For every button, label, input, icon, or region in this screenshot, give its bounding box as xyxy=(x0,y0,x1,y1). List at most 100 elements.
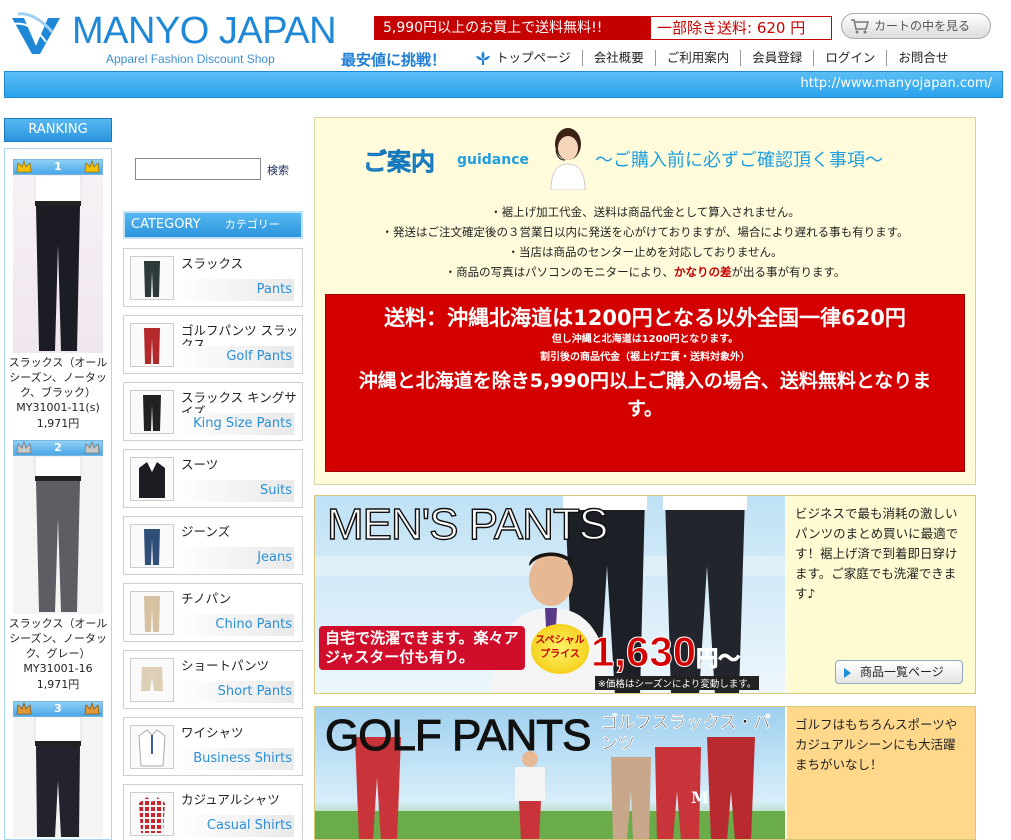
category-item-casual-shirts[interactable]: カジュアルシャツ Casual Shirts xyxy=(123,784,303,840)
mens-pants-title-a: MEN xyxy=(326,499,423,549)
category-en-label: Business Shirts xyxy=(174,748,294,770)
mens-pants-banner-image[interactable]: MEN'S PANTS 自宅で洗濯できます。楽々アジャスター付も有り。 スペシャ… xyxy=(315,496,785,693)
category-title-jp: カテゴリー xyxy=(224,218,280,231)
ranking-product-name[interactable]: スラックス（オールシーズン、ノータック、ブラック）MY31001-11(s) xyxy=(5,353,111,417)
category-en-label: Pants xyxy=(174,279,294,301)
mens-pants-price-value: 1,630 xyxy=(590,628,697,676)
category-jp-label: ワイシャツ xyxy=(181,725,244,740)
guidance-title-en: guidance xyxy=(457,152,530,168)
url-bar: http://www.manyojapan.com/ xyxy=(4,71,1003,98)
shipping-banner: 5,990円以上のお買上で送料無料!! 一部除き送料: 620 円 xyxy=(374,16,832,40)
ranking-product-image[interactable] xyxy=(13,455,103,614)
fleur-icon xyxy=(476,51,490,65)
operator-woman-icon xyxy=(550,128,586,190)
nav-login[interactable]: ログイン xyxy=(813,50,886,66)
ranking-item[interactable]: 2 スラックス（オールシーズン、ノータック、グレー）MY31001-16 1,9… xyxy=(5,430,111,691)
product-list-label: 商品一覧ページ xyxy=(860,665,944,679)
king-size-pants-icon-graphic xyxy=(143,395,161,431)
rank-number: 3 xyxy=(54,702,62,715)
golf-pants-banner-image[interactable]: M GOLF PANTS ゴルフスラックス・パンツ xyxy=(315,707,785,839)
crown-icon xyxy=(16,160,32,173)
category-en-label: Short Pants xyxy=(174,681,294,703)
gray-slacks-image xyxy=(34,455,82,612)
global-nav: トップページ 会社概要 ご利用案内 会員登録 ログイン お問合せ xyxy=(474,48,959,68)
shipping-notice-free: 沖縄と北海道を除き5,990円以上ご購入の場合、送料無料となります。 xyxy=(358,370,932,420)
guidance-note-text: ・商品の写真はパソコンのモニターにより、 xyxy=(444,265,674,279)
ranking-item[interactable]: 1 スラックス（オールシーズン、ノータック、ブラック）MY31001-11(s)… xyxy=(5,149,111,430)
category-jp-label: スラックス xyxy=(181,256,244,271)
category-item-suits[interactable]: スーツ Suits xyxy=(123,449,303,508)
product-list-button[interactable]: 商品一覧ページ xyxy=(835,660,963,684)
category-item-jeans[interactable]: ジーンズ Jeans xyxy=(123,516,303,575)
mens-pants-price-unit: 円〜 xyxy=(696,646,741,672)
ranking-product-image[interactable] xyxy=(13,716,103,837)
category-jp-label: ショートパンツ xyxy=(181,658,270,673)
ranking-product-name[interactable]: スラックス（オールシーズン、ノータック、グレー）MY31001-16 xyxy=(5,614,111,678)
category-item-chino[interactable]: チノパン Chino Pants xyxy=(123,583,303,642)
ranking-item[interactable]: 3 xyxy=(5,691,111,837)
ranking-product-price: 1,971円 xyxy=(36,417,80,430)
price-note: ※価格はシーズンにより変動します。 xyxy=(595,676,760,690)
nav-guide[interactable]: ご利用案内 xyxy=(654,50,741,66)
category-jp-label: カジュアルシャツ xyxy=(181,792,280,807)
logo-subtitle: Apparel Fashion Discount Shop xyxy=(106,52,275,66)
chino-pants-icon xyxy=(130,591,174,635)
guidance-note: ・商品の写真はパソコンのモニターにより、かなりの差が出る事が有ります。 xyxy=(315,262,975,282)
guidance-note: ・当店は商品のセンター止めを対応しておりません。 xyxy=(507,245,783,259)
casual-shirt-icon xyxy=(130,792,174,836)
business-shirt-icon xyxy=(130,725,174,769)
shipping-notice-small: 割引後の商品代金（裾上げ工賃・送料対象外） xyxy=(540,352,750,363)
category-item-pants[interactable]: スラックス Pants xyxy=(123,248,303,307)
shipping-notice-box: 送料：沖縄北海道は1200円となる以外全国一律620円 但し沖縄と北海道は120… xyxy=(325,294,965,472)
crown-icon xyxy=(16,702,32,715)
category-item-king-size[interactable]: スラックス キングサイズ King Size Pants xyxy=(123,382,303,441)
category-en-label: King Size Pants xyxy=(174,413,294,435)
mens-pants-banner[interactable]: MEN'S PANTS 自宅で洗濯できます。楽々アジャスター付も有り。 スペシャ… xyxy=(314,495,976,694)
jeans-icon-graphic xyxy=(144,529,160,565)
mens-pants-title: MEN'S PANTS xyxy=(326,499,609,550)
category-en-label: Golf Pants xyxy=(174,346,294,368)
golf-pants-banner[interactable]: M GOLF PANTS ゴルフスラックス・パンツ ゴルフはもちろんスポーツやカ… xyxy=(314,706,976,840)
category-item-golf-pants[interactable]: ゴルフパンツ スラックス Golf Pants xyxy=(123,315,303,374)
site-logo[interactable]: MANYO JAPAN Apparel Fashion Discount Sho… xyxy=(10,8,337,70)
search-input[interactable] xyxy=(135,158,261,180)
rank-badge: 2 xyxy=(13,440,103,456)
casual-shirt-icon-graphic xyxy=(139,797,165,833)
short-pants-icon xyxy=(130,658,174,702)
svg-text:M: M xyxy=(691,788,709,807)
category-en-label: Jeans xyxy=(174,547,294,569)
mens-pants-copy: 自宅で洗濯できます。楽々アジャスター付も有り。 xyxy=(319,626,525,670)
business-shirt-icon-graphic xyxy=(138,729,166,767)
special-price-badge: スペシャルプライス xyxy=(531,624,589,674)
play-arrow-icon xyxy=(844,668,851,678)
nav-contact[interactable]: お問合せ xyxy=(886,50,959,66)
view-cart-button[interactable]: カートの中を見る xyxy=(841,13,991,39)
nav-register[interactable]: 会員登録 xyxy=(740,50,813,66)
rank-number: 1 xyxy=(54,160,62,173)
category-header: CATEGORY カテゴリー xyxy=(123,211,303,239)
pants-icon-graphic xyxy=(144,261,160,297)
nav-top[interactable]: トップページ xyxy=(474,50,582,66)
shipping-notice-small: 但し沖縄と北海道は1200円となります。 xyxy=(551,334,739,345)
guidance-subtitle: 〜ご購入前に必ずご確認頂く事項〜 xyxy=(595,150,883,171)
nav-top-label: トップページ xyxy=(496,50,571,65)
site-url[interactable]: http://www.manyojapan.com/ xyxy=(801,76,993,91)
category-item-short-pants[interactable]: ショートパンツ Short Pants xyxy=(123,650,303,709)
category-jp-label: ジーンズ xyxy=(181,524,231,539)
nav-company[interactable]: 会社概要 xyxy=(581,50,655,66)
guidance-note-highlight: かなりの差 xyxy=(673,265,732,279)
logo-text: MANYO JAPAN xyxy=(72,10,337,52)
shipping-notice-main: 送料：沖縄北海道は1200円となる以外全国一律620円 xyxy=(384,306,906,330)
suit-icon-graphic xyxy=(139,462,165,498)
ranking-product-image[interactable] xyxy=(13,174,103,353)
category-item-business-shirts[interactable]: ワイシャツ Business Shirts xyxy=(123,717,303,776)
golf-pants-title: GOLF PANTS xyxy=(324,711,591,761)
golf-pants-icon xyxy=(130,323,174,367)
category-jp-label: チノパン xyxy=(181,591,232,606)
rank-number: 2 xyxy=(54,441,62,454)
golf-pants-description: ゴルフはもちろんスポーツやカジュアルシーンにも大活躍まちがいなし！ xyxy=(795,717,958,772)
category-jp-label: スーツ xyxy=(181,457,219,472)
mens-pants-side: ビジネスで最も消耗の激しいパンツのまとめ買いに最適です！裾上げ済で到着即日穿けま… xyxy=(787,496,975,693)
rank-badge: 1 xyxy=(13,159,103,175)
search-button[interactable]: 検索 xyxy=(267,162,289,178)
